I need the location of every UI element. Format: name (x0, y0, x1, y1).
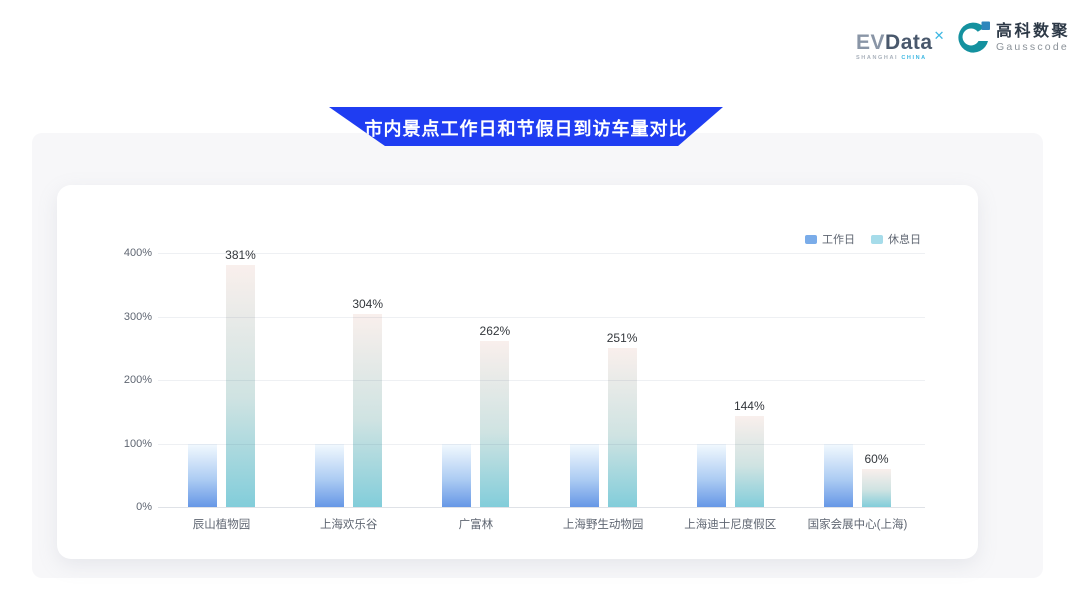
bar-value-label: 144% (719, 399, 779, 413)
evdata-part1: EV (856, 31, 885, 54)
evdata-wordmark: EVData✕ (856, 26, 945, 53)
bar-restday (226, 265, 255, 507)
legend-item-休息日[interactable]: 休息日 (871, 231, 921, 247)
bar-workday (188, 444, 217, 507)
gridline (158, 444, 925, 445)
chart-card: 0%100%200%300%400%381%辰山植物园304%上海欢乐谷262%… (57, 185, 978, 559)
gausscode-logo: 高科数聚 Gausscode (955, 20, 1070, 56)
bar-value-label: 304% (338, 297, 398, 311)
evdata-subtext: SHANGHAI CHINA (856, 55, 945, 61)
evdata-logo: EVData✕ SHANGHAI CHINA (856, 26, 945, 61)
legend-label: 工作日 (822, 231, 855, 247)
evdata-x-icon: ✕ (934, 28, 945, 43)
gausscode-cn: 高科数聚 (996, 23, 1070, 41)
gridline (158, 253, 925, 254)
bar-restday (480, 341, 509, 507)
bar-workday (697, 444, 726, 507)
bar-restday (353, 314, 382, 507)
title-banner: 市内景点工作日和节假日到访车量对比 (329, 107, 723, 146)
y-axis-tick: 100% (57, 438, 152, 450)
bar-restday (608, 348, 637, 507)
evdata-part2: Data (885, 31, 933, 54)
y-axis-tick: 300% (57, 311, 152, 323)
bar-value-label: 251% (592, 331, 652, 345)
gridline (158, 380, 925, 381)
y-axis-tick: 400% (57, 247, 152, 259)
bar-value-label: 60% (847, 452, 907, 466)
x-axis-line (158, 507, 925, 508)
legend-swatch (805, 235, 817, 244)
bar-value-label: 381% (211, 248, 271, 262)
legend-label: 休息日 (888, 231, 921, 247)
header-logos: EVData✕ SHANGHAI CHINA 高科数聚 Gausscode (856, 20, 1070, 61)
bar-workday (442, 444, 471, 507)
chart-legend: 工作日 休息日 (805, 231, 921, 247)
gausscode-g-icon (955, 20, 991, 56)
legend-item-工作日[interactable]: 工作日 (805, 231, 855, 247)
bar-workday (570, 444, 599, 507)
bar-workday (315, 444, 344, 507)
y-axis-tick: 200% (57, 374, 152, 386)
bar-value-label: 262% (465, 324, 525, 338)
bar-restday (862, 469, 891, 507)
y-axis-tick: 0% (57, 501, 152, 513)
gausscode-en: Gausscode (996, 41, 1070, 53)
gausscode-text: 高科数聚 Gausscode (996, 23, 1070, 53)
x-axis-label: 国家会展中心(上海) (783, 516, 933, 532)
gridline (158, 317, 925, 318)
page: EVData✕ SHANGHAI CHINA 高科数聚 Gausscode 市内… (0, 0, 1080, 608)
page-title: 市内景点工作日和节假日到访车量对比 (365, 113, 688, 141)
bar-restday (735, 416, 764, 507)
evdata-subtext-shanghai: SHANGHAI (856, 55, 898, 61)
legend-swatch (871, 235, 883, 244)
evdata-subtext-china: CHINA (901, 55, 926, 61)
